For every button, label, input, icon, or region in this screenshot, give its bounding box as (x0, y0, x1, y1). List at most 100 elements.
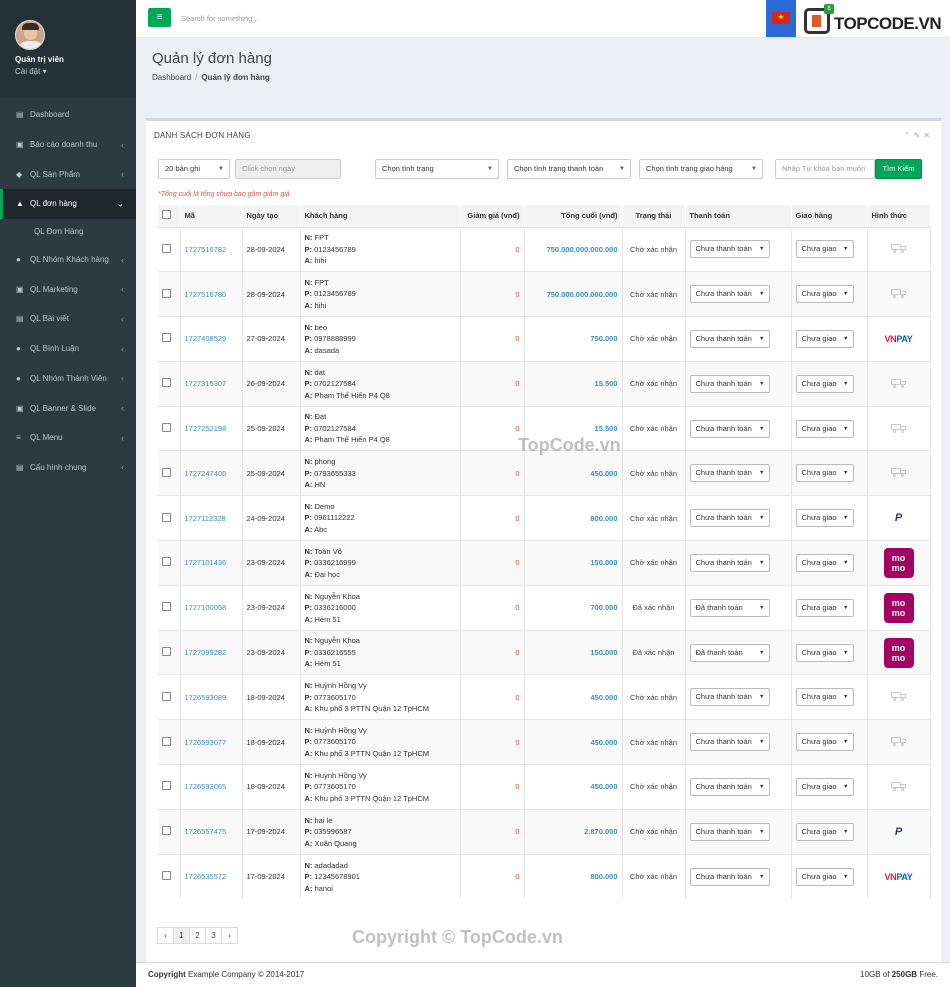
sidebar-item-ql-b-i-vi-t[interactable]: ▤ QL Bài viết ‹ (0, 304, 136, 334)
search-button[interactable]: Tìm Kiếm (875, 159, 922, 179)
row-checkbox[interactable] (162, 781, 171, 791)
shipping-status-dropdown[interactable]: Chưa giao ▼ (795, 419, 854, 438)
order-code-link[interactable]: 1727252198 (180, 405, 243, 451)
order-code-link[interactable]: 1727101436 (180, 540, 243, 586)
row-checkbox[interactable] (162, 691, 171, 701)
payment-status-dropdown[interactable]: Chưa thanh toán ▼ (689, 509, 770, 528)
order-code-link[interactable]: 1727315307 (180, 360, 243, 407)
payment-status-dropdown[interactable]: Chưa thanh toán ▼ (689, 777, 770, 796)
payment-status-dropdown[interactable]: Chưa thanh toán ▼ (689, 688, 770, 707)
row-checkbox[interactable] (162, 467, 171, 477)
shipping-status-dropdown[interactable]: Chưa giao ▼ (795, 643, 854, 662)
customer-info: N: Huỳnh Hồng Vy P: 0773605170 A: Khu phố … (300, 674, 461, 720)
row-checkbox[interactable] (162, 378, 171, 388)
order-code-link[interactable]: 1727516782 (180, 226, 243, 272)
shipping-status-dropdown[interactable]: Chưa giao ▼ (795, 464, 854, 483)
order-code-link[interactable]: 1726535572 (180, 853, 243, 899)
row-checkbox[interactable] (162, 288, 171, 298)
sidebar-item-c-u-h-nh-chung[interactable]: ▤ Cấu hình chung ‹ (0, 453, 136, 483)
row-checkbox[interactable] (162, 557, 171, 567)
shipping-status-dropdown[interactable]: Chưa giao ▼ (795, 329, 854, 348)
order-code-link[interactable]: 1727247405 (180, 450, 243, 496)
order-code-link[interactable]: 1727408529 (180, 316, 243, 362)
row-checkbox[interactable] (162, 333, 171, 343)
order-code-link[interactable]: 1726593065 (180, 764, 243, 810)
payment-status-dropdown[interactable]: Chưa thanh toán ▼ (689, 329, 770, 348)
row-checkbox[interactable] (162, 647, 171, 657)
payment-status-dropdown[interactable]: Chưa thanh toán ▼ (689, 464, 770, 483)
order-status: Chờ xác nhận (622, 853, 686, 899)
shipping-status-dropdown[interactable]: Chưa giao ▼ (795, 777, 854, 796)
row-checkbox[interactable] (162, 736, 171, 746)
status-select[interactable]: Chọn tình trạng ▼ (375, 159, 499, 179)
shipping-status-select[interactable]: Chọn tình trạng giao hàng ▼ (639, 159, 763, 179)
payment-status-select[interactable]: Chọn tình trạng thanh toán ▼ (507, 159, 631, 179)
wrench-icon[interactable]: ✎ (914, 131, 924, 140)
breadcrumb-home[interactable]: Dashboard (152, 73, 191, 82)
order-code-link[interactable]: 1727516780 (180, 271, 243, 317)
payment-status-dropdown[interactable]: Đã thanh toán ▼ (689, 643, 770, 662)
language-switcher[interactable]: ★ (766, 0, 796, 37)
select-all-checkbox[interactable] (162, 210, 171, 220)
sidebar-item-ql-nh-m-th-nh-vi-n[interactable]: ● QL Nhóm Thành Viên ‹ (0, 364, 136, 394)
sidebar-item-b-o-c-o-doanh-thu[interactable]: ▣ Báo cáo doanh thu ‹ (0, 130, 136, 160)
chevron-down-icon: ▼ (843, 873, 849, 880)
row-checkbox[interactable] (162, 512, 171, 522)
date-picker-input[interactable]: Click chọn ngày (235, 159, 341, 179)
pagination-page[interactable]: 2 (189, 927, 206, 944)
pagination-page[interactable]: 3 (205, 927, 222, 944)
sidebar-item-label: QL Marketing (30, 284, 78, 294)
shipping-status-dropdown[interactable]: Chưa giao ▼ (795, 598, 854, 617)
order-code-link[interactable]: 1727112328 (180, 495, 243, 541)
settings-link[interactable]: Cài đặt ▾ (15, 67, 47, 76)
shipping-status-dropdown[interactable]: Chưa giao ▼ (795, 822, 854, 841)
order-code-link[interactable]: 1726593089 (180, 674, 243, 720)
payment-status-dropdown[interactable]: Chưa thanh toán ▼ (689, 822, 770, 841)
order-code-link[interactable]: 1727100058 (180, 584, 243, 631)
payment-status-dropdown[interactable]: Chưa thanh toán ▼ (689, 285, 770, 304)
shipping-status-dropdown[interactable]: Chưa giao ▼ (795, 285, 854, 304)
per-page-select[interactable]: 20 bản ghi ▼ (158, 159, 230, 179)
sidebar-toggle-button[interactable]: ≡ (148, 8, 171, 27)
shipping-status-dropdown[interactable]: Chưa giao ▼ (795, 867, 854, 886)
sidebar-item-ql-n-h-ng[interactable]: ▲ QL đơn hàng ⌄ (0, 189, 136, 219)
payment-status-dropdown[interactable]: Chưa thanh toán ▼ (689, 374, 770, 393)
row-checkbox[interactable] (162, 826, 171, 836)
sidebar-subitem-orders[interactable]: QL Đơn Hàng (0, 218, 136, 245)
payment-status-dropdown[interactable]: Chưa thanh toán ▼ (689, 733, 770, 752)
row-checkbox[interactable] (162, 871, 171, 881)
order-code-link[interactable]: 1727099282 (180, 629, 243, 675)
payment-status-dropdown[interactable]: Chưa thanh toán ▼ (689, 419, 770, 438)
payment-status-dropdown[interactable]: Chưa thanh toán ▼ (689, 240, 770, 259)
shipping-status-dropdown[interactable]: Chưa giao ▼ (795, 553, 854, 572)
sidebar-item-ql-nh-m-kh-ch-h-ng[interactable]: ● QL Nhóm Khách hàng ‹ (0, 245, 136, 275)
sidebar-item-ql-s-n-ph-m[interactable]: ◆ QL Sản Phẩm ‹ (0, 159, 136, 189)
row-checkbox[interactable] (162, 602, 171, 612)
shipping-status-dropdown[interactable]: Chưa giao ▼ (795, 240, 854, 259)
row-checkbox[interactable] (162, 243, 171, 253)
order-code-link[interactable]: 1726557475 (180, 808, 243, 855)
keyword-input[interactable]: Nhập Từ khóa bạn muốn (775, 159, 875, 179)
shipping-status-dropdown[interactable]: Chưa giao ▼ (795, 374, 854, 393)
caret-down-icon: ▾ (42, 67, 47, 76)
payment-status-dropdown[interactable]: Đã thanh toán ▼ (689, 598, 770, 617)
row-checkbox[interactable] (162, 423, 171, 433)
sidebar-item-ql-marketing[interactable]: ▣ QL Marketing ‹ (0, 274, 136, 304)
pagination-prev[interactable]: ‹ (157, 927, 174, 944)
sidebar-item-ql-b-nh-lu-n[interactable]: ● QL Bình Luận ‹ (0, 334, 136, 364)
search-input[interactable]: Search for something... (181, 14, 259, 23)
close-icon[interactable]: ✕ (923, 131, 933, 140)
sidebar-item-dashboard[interactable]: ▤ Dashboard (0, 100, 136, 130)
avatar[interactable] (15, 20, 45, 50)
payment-status-dropdown[interactable]: Chưa thanh toán ▼ (689, 867, 770, 886)
sidebar-item-ql-banner-slide[interactable]: ▣ QL Banner & Slide ‹ (0, 393, 136, 423)
order-code-link[interactable]: 1726593077 (180, 719, 243, 765)
shipping-status-dropdown[interactable]: Chưa giao ▼ (795, 688, 854, 707)
shipping-status-dropdown[interactable]: Chưa giao ▼ (795, 509, 854, 528)
pagination-page[interactable]: 1 (173, 927, 190, 944)
collapse-icon[interactable]: ⌃ (904, 131, 914, 140)
payment-status-dropdown[interactable]: Chưa thanh toán ▼ (689, 553, 770, 572)
pagination-next[interactable]: › (221, 927, 238, 944)
shipping-status-dropdown[interactable]: Chưa giao ▼ (795, 733, 854, 752)
sidebar-item-ql-menu[interactable]: ≡ QL Menu ‹ (0, 423, 136, 453)
